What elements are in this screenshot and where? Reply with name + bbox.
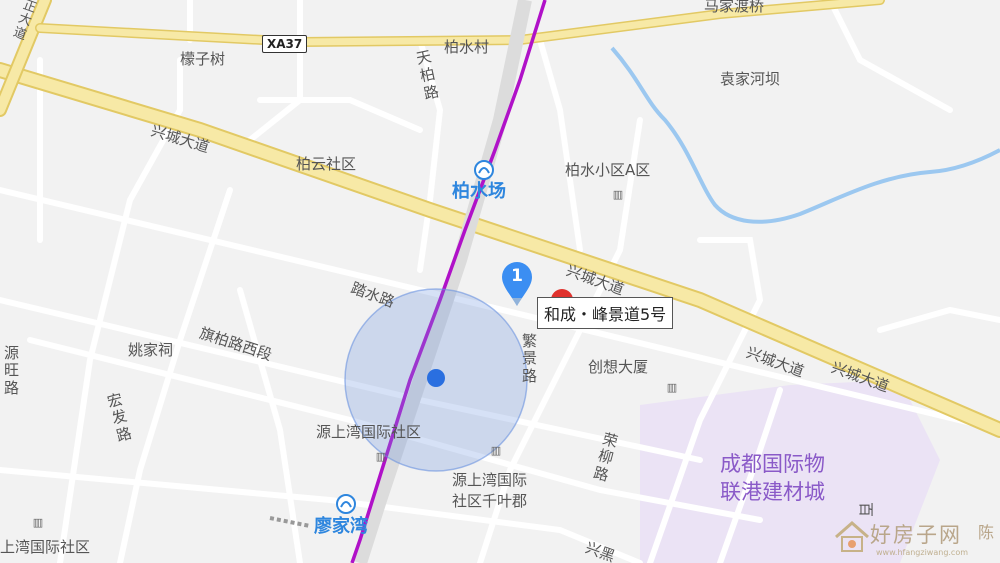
label-yaojiaci: 姚家祠: [128, 341, 174, 359]
road-shield-xa37: XA37: [262, 35, 308, 53]
label-baishui-xiaoqu-a: 柏水小区A区: [565, 161, 651, 179]
building-icon-baishui-a: ▥: [612, 188, 624, 201]
watermark: 好房子网 陈 www.hfangziwang.com: [832, 515, 1000, 563]
label-yuanshangwan-qianyejun: 源上湾国际 社区千叶郡: [452, 471, 528, 510]
label-baishuichang-station[interactable]: 柏水场: [452, 183, 506, 201]
marker-number: 1: [511, 266, 523, 286]
map-canvas[interactable]: 马家渡桥 XA37 柏水村 天柏路 檬子树 袁家河坝 兴城大道 兴城大道 兴城大…: [0, 0, 1000, 563]
label-yuanjia-heba: 袁家河坝: [720, 70, 781, 88]
location-dot: [427, 369, 445, 387]
building-icon-shangwan: ▥: [32, 516, 44, 529]
building-icon-yuanshangwan: ▥: [375, 450, 387, 463]
building-icon-qianyejun: ▥: [490, 444, 502, 457]
label-baiyun-community: 柏云社区: [296, 155, 357, 173]
label-baishui-village: 柏水村: [444, 38, 490, 56]
watermark-suffix: 陈: [978, 523, 997, 542]
label-yuanshangwan-community: 源上湾国际社区: [316, 423, 422, 441]
label-yuanwang-road: 源旺路: [4, 344, 20, 397]
label-shangwan-community: 上湾国际社区: [0, 538, 91, 556]
label-majiadu-bridge: 马家渡桥: [704, 0, 765, 15]
label-fanjing-road: 繁景路: [522, 332, 538, 385]
label-chuangxiang-building: 创想大厦: [588, 358, 649, 376]
watermark-text: 好房子网: [870, 523, 962, 547]
label-chengdu-logistics-port: 成都国际物 联港建材城: [720, 452, 825, 505]
building-icon-chuangxiang: ▥: [666, 381, 678, 394]
metro-station-icon-liaojiawan[interactable]: [336, 494, 356, 514]
house-logo-icon: [835, 521, 869, 552]
rail-segment: [269, 516, 311, 528]
numbered-marker-1[interactable]: 1: [500, 262, 534, 308]
marker-callout-label[interactable]: 和成・峰景道5号: [537, 297, 674, 329]
metro-station-icon-baishuichang[interactable]: [474, 160, 494, 180]
watermark-url: www.hfangziwang.com: [876, 548, 969, 557]
label-liaojiawan-station[interactable]: 廖家湾: [314, 518, 368, 536]
label-mengzishu: 檬子树: [180, 50, 226, 68]
river: [610, 46, 1000, 224]
